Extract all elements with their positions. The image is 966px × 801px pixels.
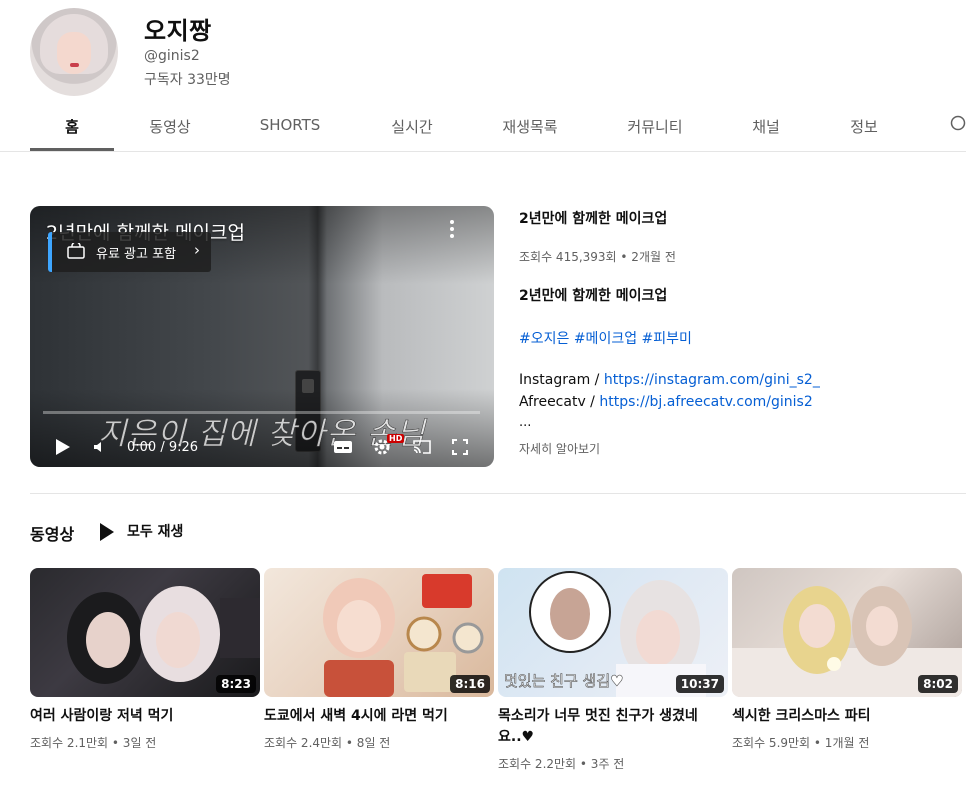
read-more-link[interactable]: 자세히 알아보기 <box>519 440 600 457</box>
tab-videos[interactable]: 동영상 <box>128 116 212 137</box>
video-card[interactable]: 8:02 섹시한 크리스마스 파티 조회수 5.9만회 • 1개월 전 <box>732 568 962 751</box>
video-card[interactable]: 8:23 여러 사람이랑 저녁 먹기 조회수 2.1만회 • 3일 전 <box>30 568 260 751</box>
tab-live[interactable]: 실시간 <box>370 116 454 137</box>
tab-community[interactable]: 커뮤니티 <box>613 116 697 137</box>
tab-about[interactable]: 정보 <box>822 116 906 137</box>
subscriber-count: 구독자 33만명 <box>144 72 231 88</box>
shopping-bag-icon <box>67 243 85 259</box>
tab-home[interactable]: 홈 <box>30 116 114 137</box>
video-thumbnail[interactable]: 8:02 <box>732 568 962 697</box>
play-icon[interactable] <box>55 438 71 456</box>
search-icon[interactable] <box>950 115 966 133</box>
play-all-icon <box>100 523 114 541</box>
section-divider <box>30 493 966 494</box>
instagram-link[interactable]: https://instagram.com/gini_s2_ <box>604 372 820 388</box>
chevron-right-icon: › <box>194 241 200 259</box>
video-title[interactable]: 목소리가 너무 멋진 친구가 생겼네요..♥ <box>498 706 723 748</box>
video-meta: 조회수 2.1만회 • 3일 전 <box>30 736 157 750</box>
subtitles-icon[interactable] <box>333 439 353 455</box>
video-thumbnail[interactable]: 멋있는 친구 생김♥ 10:37 <box>498 568 728 697</box>
video-meta: 조회수 2.2만회 • 3주 전 <box>498 757 625 771</box>
cast-icon[interactable] <box>412 439 432 455</box>
hashtag-link[interactable]: #메이크업 <box>574 331 637 347</box>
afreecatv-line: Afreecatv / https://bj.afreecatv.com/gin… <box>519 394 813 410</box>
hd-badge: HD <box>387 434 405 443</box>
more-options-icon[interactable] <box>448 220 456 242</box>
volume-icon[interactable] <box>93 440 107 454</box>
play-all-label: 모두 재생 <box>127 524 184 540</box>
instagram-line: Instagram / https://instagram.com/gini_s… <box>519 372 820 388</box>
instagram-label: Instagram / <box>519 372 604 388</box>
video-meta: 조회수 5.9만회 • 1개월 전 <box>732 736 870 750</box>
tab-shorts[interactable]: SHORTS <box>248 116 332 134</box>
featured-video-player[interactable]: 2년만에 함께한 메이크업 유료 광고 포함 › 지은이 집에 찾아온 손님 0… <box>30 206 494 467</box>
video-duration: 8:23 <box>216 675 256 693</box>
afreecatv-label: Afreecatv / <box>519 394 600 410</box>
channel-handle: @ginis2 <box>144 48 200 64</box>
video-title[interactable]: 도쿄에서 새벽 4시에 라면 먹기 <box>264 706 489 727</box>
video-card[interactable]: 8:16 도쿄에서 새벽 4시에 라면 먹기 조회수 2.4만회 • 8일 전 <box>264 568 494 751</box>
video-duration: 8:02 <box>918 675 958 693</box>
video-thumbnail[interactable]: 8:23 <box>30 568 260 697</box>
videos-shelf-title[interactable]: 동영상 <box>30 521 74 545</box>
tab-playlists[interactable]: 재생목록 <box>488 116 572 137</box>
progress-bar[interactable] <box>43 411 480 414</box>
fullscreen-icon[interactable] <box>452 439 468 455</box>
paid-promotion-badge[interactable]: 유료 광고 포함 › <box>48 232 211 272</box>
video-thumbnail[interactable]: 8:16 <box>264 568 494 697</box>
featured-video-description: 2년만에 함께한 메이크업 <box>519 288 668 304</box>
tab-channels[interactable]: 채널 <box>724 116 808 137</box>
channel-tabs: 홈 동영상 SHORTS 실시간 재생목록 커뮤니티 채널 정보 <box>0 106 966 152</box>
video-title[interactable]: 여러 사람이랑 저녁 먹기 <box>30 706 255 727</box>
featured-video-meta: 조회수 415,393회 • 2개월 전 <box>519 250 676 264</box>
video-title[interactable]: 섹시한 크리스마스 파티 <box>732 706 957 727</box>
afreecatv-link[interactable]: https://bj.afreecatv.com/ginis2 <box>599 394 812 410</box>
paid-promotion-label: 유료 광고 포함 <box>96 247 177 262</box>
active-tab-indicator <box>30 148 114 151</box>
featured-video-title[interactable]: 2년만에 함께한 메이크업 <box>519 208 667 228</box>
hashtag-link[interactable]: #피부미 <box>642 331 692 347</box>
video-duration: 8:16 <box>450 675 490 693</box>
channel-name: 오지짱 <box>144 17 212 45</box>
hashtags: #오지은 #메이크업 #피부미 <box>519 328 692 348</box>
thumbnail-text: 멋있는 친구 생김♥ <box>504 672 624 691</box>
video-card[interactable]: 멋있는 친구 생김♥ 10:37 목소리가 너무 멋진 친구가 생겼네요..♥ … <box>498 568 728 772</box>
channel-avatar[interactable] <box>30 8 118 96</box>
description-ellipsis: ... <box>519 415 532 430</box>
video-meta: 조회수 2.4만회 • 8일 전 <box>264 736 391 750</box>
video-duration: 10:37 <box>675 675 724 693</box>
hashtag-link[interactable]: #오지은 <box>519 331 569 347</box>
playback-time: 0:00 / 9:26 <box>127 440 199 455</box>
